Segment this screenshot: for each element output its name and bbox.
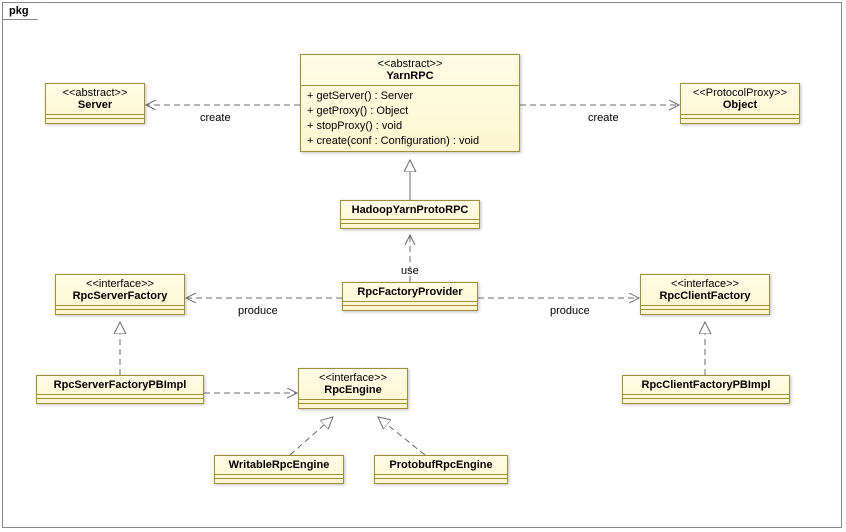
- class-header: <<interface>> RpcEngine: [299, 369, 407, 400]
- package-name: pkg: [2, 2, 48, 20]
- stereotype: <<abstract>>: [54, 87, 136, 99]
- class-ops: [341, 224, 479, 228]
- class-rpcfactoryprovider: RpcFactoryProvider: [342, 282, 478, 311]
- operation: + getServer() : Server: [307, 89, 513, 104]
- class-rpcserverfactorypbimpl: RpcServerFactoryPBImpl: [36, 375, 204, 404]
- class-rpcclientfactorypbimpl: RpcClientFactoryPBImpl: [622, 375, 790, 404]
- class-name: ProtobufRpcEngine: [383, 459, 499, 471]
- class-yarnrpc: <<abstract>> YarnRPC + getServer() : Ser…: [300, 54, 520, 152]
- class-ops: [37, 399, 203, 403]
- operation: + create(conf : Configuration) : void: [307, 134, 513, 149]
- class-name: YarnRPC: [309, 70, 511, 82]
- class-ops: [215, 479, 343, 483]
- stereotype: <<interface>>: [649, 278, 761, 290]
- class-header: RpcClientFactoryPBImpl: [623, 376, 789, 395]
- label-produce-right: produce: [550, 305, 590, 317]
- stereotype: <<abstract>>: [309, 58, 511, 70]
- class-header: WritableRpcEngine: [215, 456, 343, 475]
- class-rpcengine: <<interface>> RpcEngine: [298, 368, 408, 409]
- class-rpcclientfactory: <<interface>> RpcClientFactory: [640, 274, 770, 315]
- class-ops: [375, 479, 507, 483]
- class-header: HadoopYarnProtoRPC: [341, 201, 479, 220]
- label-create-right: create: [588, 112, 619, 124]
- class-ops: [623, 399, 789, 403]
- class-name: Object: [689, 99, 791, 111]
- class-ops: [681, 119, 799, 123]
- class-name: RpcFactoryProvider: [351, 286, 469, 298]
- label-create-left: create: [200, 112, 231, 124]
- class-header: ProtobufRpcEngine: [375, 456, 507, 475]
- class-ops: [299, 404, 407, 408]
- class-ops: [56, 310, 184, 314]
- label-use: use: [401, 265, 419, 277]
- class-header: RpcFactoryProvider: [343, 283, 477, 302]
- class-name: HadoopYarnProtoRPC: [349, 204, 471, 216]
- class-header: <<interface>> RpcServerFactory: [56, 275, 184, 306]
- class-server: <<abstract>> Server: [45, 83, 145, 124]
- class-name: RpcClientFactoryPBImpl: [631, 379, 781, 391]
- stereotype: <<interface>>: [307, 372, 399, 384]
- class-header: <<ProtocolProxy>> Object: [681, 84, 799, 115]
- class-name: WritableRpcEngine: [223, 459, 335, 471]
- class-ops: [46, 119, 144, 123]
- class-object: <<ProtocolProxy>> Object: [680, 83, 800, 124]
- class-hadoopyarnprotorpc: HadoopYarnProtoRPC: [340, 200, 480, 229]
- class-name: RpcClientFactory: [649, 290, 761, 302]
- stereotype: <<interface>>: [64, 278, 176, 290]
- class-header: RpcServerFactoryPBImpl: [37, 376, 203, 395]
- class-ops: [641, 310, 769, 314]
- class-name: RpcEngine: [307, 384, 399, 396]
- class-header: <<abstract>> Server: [46, 84, 144, 115]
- operation: + getProxy() : Object: [307, 104, 513, 119]
- label-produce-left: produce: [238, 305, 278, 317]
- class-header: <<abstract>> YarnRPC: [301, 55, 519, 86]
- class-ops: + getServer() : Server + getProxy() : Ob…: [301, 86, 519, 151]
- class-protobufrpcengine: ProtobufRpcEngine: [374, 455, 508, 484]
- stereotype: <<ProtocolProxy>>: [689, 87, 791, 99]
- class-name: RpcServerFactoryPBImpl: [45, 379, 195, 391]
- class-name: RpcServerFactory: [64, 290, 176, 302]
- class-header: <<interface>> RpcClientFactory: [641, 275, 769, 306]
- class-ops: [343, 306, 477, 310]
- class-name: Server: [54, 99, 136, 111]
- class-writablerpcengine: WritableRpcEngine: [214, 455, 344, 484]
- operation: + stopProxy() : void: [307, 119, 513, 134]
- class-rpcserverfactory: <<interface>> RpcServerFactory: [55, 274, 185, 315]
